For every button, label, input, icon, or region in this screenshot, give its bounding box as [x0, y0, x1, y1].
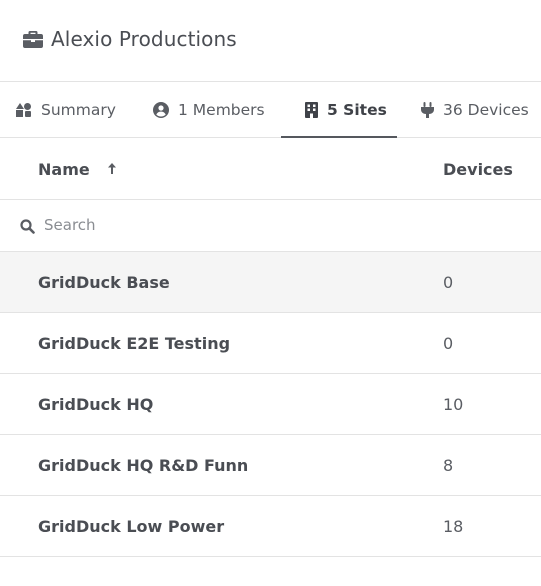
- sort-ascending-icon: [107, 163, 117, 175]
- shapes-icon: [16, 103, 31, 117]
- site-device-count: 0: [443, 333, 454, 353]
- search-icon: [20, 219, 35, 234]
- briefcase-icon: [23, 30, 43, 48]
- tab-label: 36 Devices: [443, 101, 529, 119]
- site-device-count: 0: [443, 272, 454, 292]
- tab-label: Summary: [41, 101, 116, 119]
- tab-devices[interactable]: 36 Devices: [421, 82, 529, 138]
- table-row[interactable]: GridDuck HQ R&D Funn 8: [0, 435, 541, 496]
- site-name: GridDuck HQ R&D Funn: [38, 455, 249, 475]
- tab-sites[interactable]: 5 Sites: [305, 82, 387, 138]
- table-row[interactable]: GridDuck Low Power 18: [0, 496, 541, 557]
- site-name: GridDuck HQ: [38, 394, 154, 414]
- table-row[interactable]: GridDuck HQ 10: [0, 374, 541, 435]
- search-row: [0, 200, 541, 252]
- page-header: Alexio Productions: [0, 0, 541, 82]
- tab-members[interactable]: 1 Members: [153, 82, 265, 138]
- table-row[interactable]: GridDuck E2E Testing 0: [0, 313, 541, 374]
- search-input[interactable]: [44, 208, 424, 242]
- sites-list: GridDuck Base 0 GridDuck E2E Testing 0 G…: [0, 252, 541, 557]
- site-device-count: 10: [443, 394, 464, 414]
- organisation-page: Alexio Productions Summary 1 Members 5 S…: [0, 0, 541, 586]
- site-name: GridDuck Low Power: [38, 516, 225, 536]
- column-header-name[interactable]: Name: [38, 138, 117, 200]
- site-name: GridDuck Base: [38, 272, 170, 292]
- page-title: Alexio Productions: [51, 26, 237, 51]
- site-device-count: 18: [443, 516, 464, 536]
- building-icon: [305, 102, 318, 118]
- tab-bar: Summary 1 Members 5 Sites 36 Devices: [0, 82, 541, 138]
- column-label: Devices: [443, 159, 513, 179]
- plug-icon: [421, 102, 434, 118]
- user-circle-icon: [153, 102, 169, 118]
- column-label: Name: [38, 159, 90, 179]
- column-header-devices[interactable]: Devices: [443, 138, 513, 200]
- table-row[interactable]: GridDuck Base 0: [0, 252, 541, 313]
- tab-label: 1 Members: [178, 101, 265, 119]
- tab-summary[interactable]: Summary: [16, 82, 116, 138]
- site-name: GridDuck E2E Testing: [38, 333, 231, 353]
- table-header: Name Devices: [0, 138, 541, 200]
- site-device-count: 8: [443, 455, 454, 475]
- tab-label: 5 Sites: [327, 101, 387, 119]
